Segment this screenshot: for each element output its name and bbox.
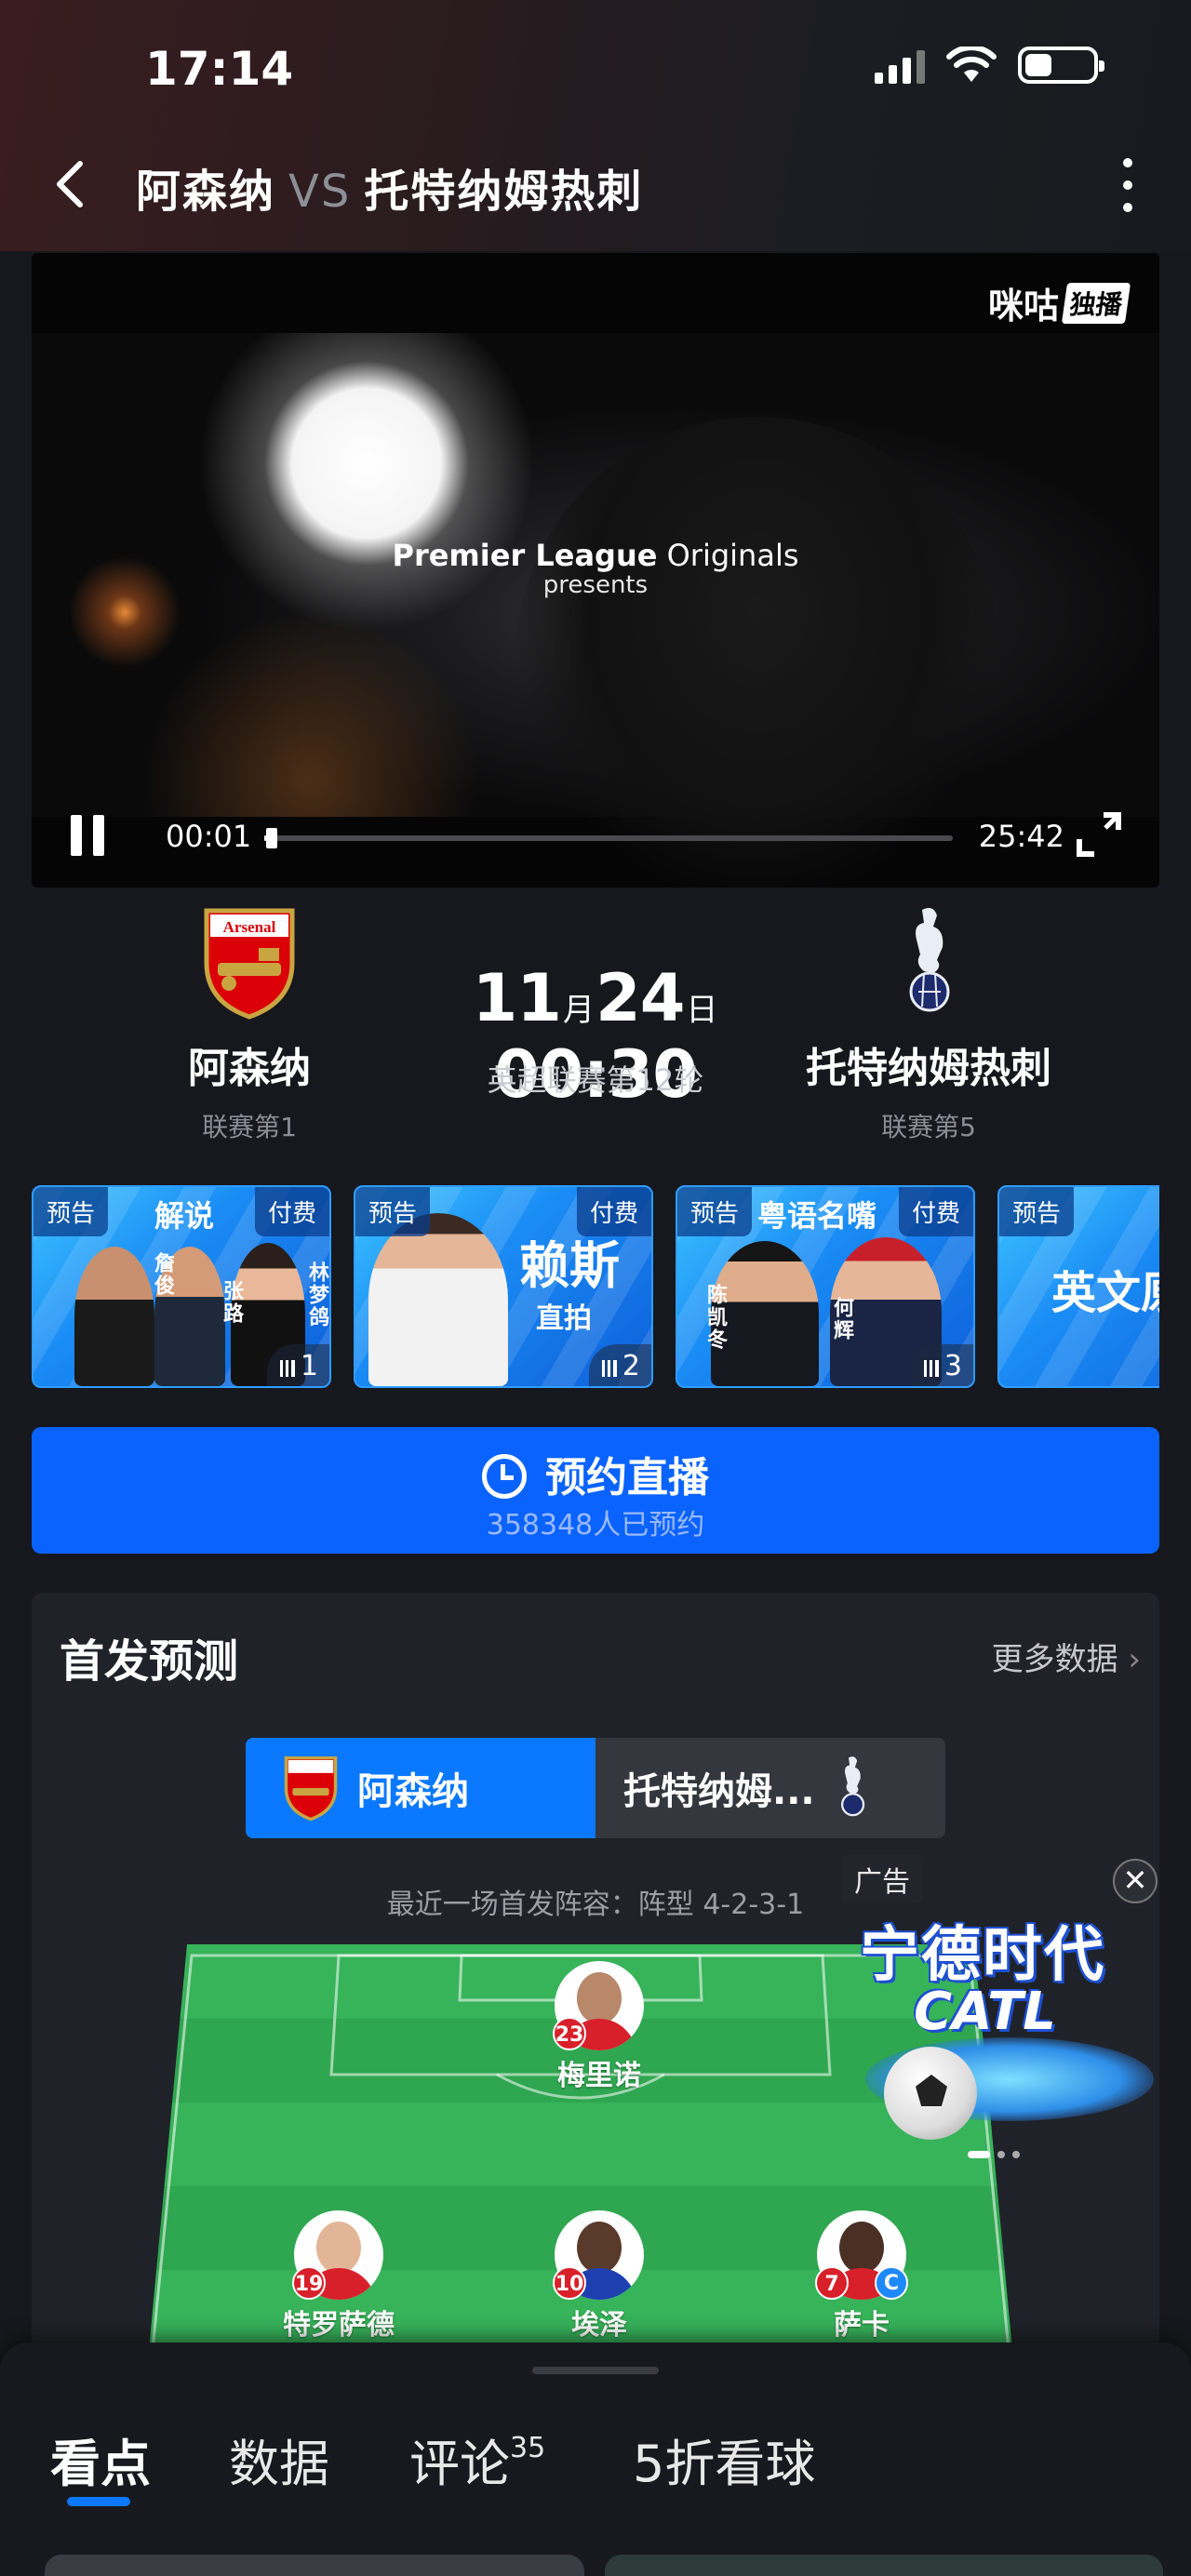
toggle-away[interactable]: 托特纳姆... (596, 1738, 945, 1838)
pause-button[interactable] (71, 815, 108, 856)
title-home: 阿森纳 (136, 166, 276, 218)
ad-banner[interactable]: 宁德时代 CATL (856, 1907, 1163, 2158)
player-card[interactable]: 10 埃泽 (525, 2210, 674, 2342)
chevron-right-icon: › (1128, 1641, 1141, 1678)
card-cantonese[interactable]: 预告 粤语名嘴 付费 陈凯冬 何辉 3 (676, 1185, 975, 1388)
more-data-link[interactable]: 更多数据 › (992, 1634, 1141, 1679)
home-team-rank: 联赛第1 (202, 1112, 297, 1142)
card-english[interactable]: 预告 英文原 (997, 1185, 1159, 1388)
more-options-button[interactable] (1117, 158, 1139, 212)
duration: 25:42 (978, 819, 1064, 854)
ad-close-button[interactable]: ✕ (1113, 1859, 1158, 1903)
fullscreen-button[interactable] (1074, 809, 1124, 860)
home-team[interactable]: Arsenal 阿森纳 联赛第1 (110, 902, 389, 1144)
arsenal-badge-icon: Arsenal (194, 902, 305, 1023)
player-card[interactable]: 7 C 萨卡 (787, 2210, 936, 2342)
page-title: 阿森纳 VS 托特纳姆热刺 (136, 154, 643, 220)
reserve-count: 358348人已预约 (486, 1509, 705, 1542)
away-team[interactable]: 托特纳姆热刺 联赛第5 (789, 902, 1068, 1144)
captain-badge: C (875, 2266, 908, 2300)
bottom-sheet: 看点 数据 评论35 5折看球 (0, 2342, 1191, 2576)
battery-icon (1018, 47, 1104, 84)
tab-stats[interactable]: 数据 (229, 2423, 329, 2496)
video-overlay-subtitle: presents (542, 571, 649, 599)
progress-thumb[interactable] (266, 828, 277, 848)
ad-pager (968, 2151, 1020, 2158)
ad-brand-en: CATL (914, 1982, 1056, 2042)
reserve-label: 预约直播 (545, 1454, 709, 1502)
status-icons (875, 47, 1104, 84)
drag-handle[interactable] (532, 2367, 659, 2374)
home-team-name: 阿森纳 (188, 1045, 311, 1092)
wifi-icon (946, 47, 997, 82)
player-name: 埃泽 (571, 2309, 627, 2342)
lineup-title: 首发预测 (60, 1635, 239, 1688)
clock-icon (482, 1454, 527, 1499)
card-commentary-1[interactable]: 预告 解说 付费 詹俊 张路 林梦鸽 1 (32, 1185, 331, 1388)
current-time: 00:01 (166, 819, 252, 854)
status-time: 17:14 (145, 42, 294, 96)
svg-text:Arsenal: Arsenal (223, 918, 276, 936)
video-overlay-title: Premier League Originals (392, 538, 799, 573)
away-team-rank: 联赛第5 (881, 1112, 976, 1142)
arsenal-badge-icon (284, 1755, 338, 1822)
commentary-cards: 预告 解说 付费 詹俊 张路 林梦鸽 1 预告 付费 赖斯 直拍 2 预告 粤语… (32, 1185, 1159, 1390)
content-thumbnails (45, 2555, 1191, 2576)
tab-comments[interactable]: 评论35 (409, 2423, 545, 2496)
title-away: 托特纳姆热刺 (364, 166, 644, 218)
back-button[interactable] (48, 154, 89, 214)
reserve-live-button[interactable]: 预约直播 358348人已预约 (32, 1427, 1159, 1554)
player-card[interactable]: 23 梅里诺 (525, 1961, 674, 2093)
progress-bar[interactable] (264, 828, 953, 848)
competition-round: 英超联赛第12轮 (487, 1062, 704, 1098)
title-vs: VS (288, 166, 352, 218)
comment-count: 35 (510, 2432, 546, 2464)
player-card[interactable]: 19 特罗萨德 (264, 2210, 413, 2342)
signal-icon (875, 47, 925, 84)
player-name: 萨卡 (834, 2309, 890, 2342)
tab-half-price[interactable]: 5折看球 (633, 2423, 815, 2496)
match-info: Arsenal 阿森纳 联赛第1 11月24日00:30 英超联赛第12轮 托特… (0, 902, 1191, 1146)
migu-logo: 咪咕 独播 (988, 277, 1131, 328)
away-team-name: 托特纳姆热刺 (806, 1045, 1051, 1092)
active-tab-indicator (67, 2497, 130, 2506)
video-controls: 00:01 25:42 (32, 802, 1159, 867)
player-name: 特罗萨德 (283, 2309, 395, 2342)
card-rice-cam[interactable]: 预告 付费 赖斯 直拍 2 (354, 1185, 653, 1388)
player-name: 梅里诺 (557, 2060, 641, 2092)
toggle-home[interactable]: 阿森纳 (246, 1738, 596, 1838)
football-icon (884, 2047, 977, 2140)
tottenham-cockerel-icon (840, 1756, 864, 1817)
tab-highlights[interactable]: 看点 (50, 2423, 151, 2496)
ad-label: 广告 (841, 1855, 923, 1903)
video-player[interactable]: 咪咕 独播 Premier League Originals presents 0… (32, 253, 1159, 888)
team-toggle: 阿森纳 托特纳姆... (246, 1738, 945, 1838)
tottenham-cockerel-icon (873, 902, 984, 1023)
ad-brand: 宁德时代 (860, 1921, 1105, 1990)
top-bar: 17:14 阿森纳 VS 托特纳姆热刺 (0, 0, 1191, 251)
